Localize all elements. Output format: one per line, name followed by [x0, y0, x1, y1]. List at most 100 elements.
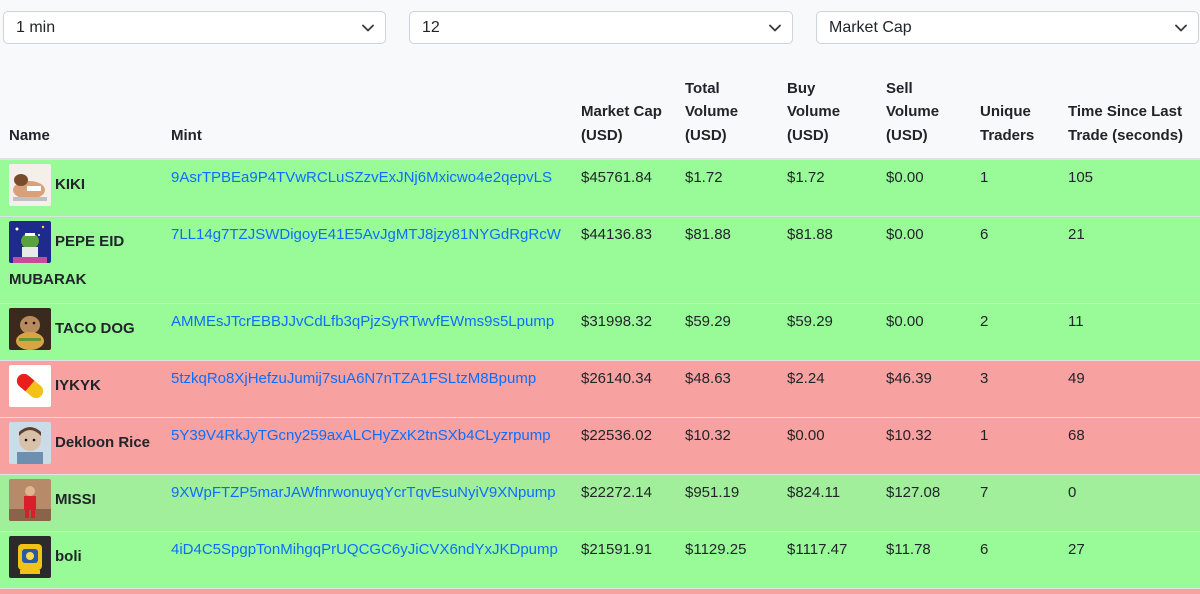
- column-header-time-since[interactable]: Time Since Last Trade (seconds): [1059, 58, 1200, 160]
- mint-link[interactable]: 5tzkqRo8XjHefzuJumij7suA6N7nTZA1FSLtzM8B…: [171, 370, 536, 387]
- table-row[interactable]: boli 4iD4C5SpgpTonMihgqPrUQCGC6yJiCVX6ndY…: [0, 530, 1200, 588]
- partial-cell: [572, 587, 676, 594]
- time-since-cell: 27: [1059, 530, 1200, 588]
- total-volume-cell: $81.88: [676, 215, 778, 303]
- interval-select-value: 1 min: [16, 19, 56, 36]
- market-cap-cell: $22272.14: [572, 473, 676, 531]
- taco-dog-avatar: [9, 307, 51, 350]
- mint-link[interactable]: 4iD4C5SpgpTonMihgqPrUQCGC6yJiCVX6ndYxJKD…: [171, 541, 558, 558]
- token-name: MISSI: [55, 490, 96, 508]
- buy-volume-cell: $2.24: [778, 359, 877, 417]
- sell-volume-cell: $10.32: [877, 416, 971, 474]
- token-name-cell: IYKYK: [0, 359, 162, 417]
- time-since-cell: 0: [1059, 473, 1200, 531]
- mint-link[interactable]: AMMEsJTcrEBBJJvCdLfb3qPjzSyRTwvfEWms9s5L…: [171, 313, 554, 330]
- chevron-down-icon: [1174, 12, 1188, 43]
- time-since-cell: 68: [1059, 416, 1200, 474]
- token-name: IYKYK: [55, 376, 101, 394]
- table-row[interactable]: MISSI 9XWpFTZP5marJAWfnrwonuyqYcrTqvEsuNy…: [0, 473, 1200, 531]
- interval-select[interactable]: 1 min: [3, 11, 386, 44]
- token-name-cell: MISSI: [0, 473, 162, 531]
- sell-volume-cell: $11.78: [877, 530, 971, 588]
- mint-cell: 7LL14g7TZJSWDigoyE41E5AvJgMTJ8jzy81NYGdR…: [162, 215, 572, 303]
- table-header-row: Name Mint Market Cap (USD) Total Volume (US…: [0, 58, 1200, 160]
- table-row-partial[interactable]: [0, 587, 1200, 594]
- token-name: Dekloon Rice: [55, 433, 151, 451]
- unique-traders-cell: 7: [971, 473, 1059, 531]
- partial-cell: [1059, 587, 1200, 594]
- column-header-unique-traders[interactable]: Unique Traders: [971, 58, 1059, 160]
- total-volume-cell: $10.32: [676, 416, 778, 474]
- market-cap-cell: $21591.91: [572, 530, 676, 588]
- unique-traders-cell: 1: [971, 158, 1059, 216]
- mint-cell: 5tzkqRo8XjHefzuJumij7suA6N7nTZA1FSLtzM8B…: [162, 359, 572, 417]
- dekloon-avatar: [9, 421, 51, 464]
- unique-traders-cell: 3: [971, 359, 1059, 417]
- boli-avatar: [9, 535, 51, 578]
- market-cap-cell: $31998.32: [572, 302, 676, 360]
- market-cap-cell: $44136.83: [572, 215, 676, 303]
- table-row[interactable]: KIKI 9AsrTPBEa9P4TVwRCLuSZzvExJNj6Mxicwo4…: [0, 158, 1200, 216]
- unique-traders-cell: 6: [971, 530, 1059, 588]
- sell-volume-cell: $127.08: [877, 473, 971, 531]
- total-volume-cell: $59.29: [676, 302, 778, 360]
- mint-link[interactable]: 5Y39V4RkJyTGcny259axALCHyZxK2tnSXb4CLyzr…: [171, 427, 551, 444]
- buy-volume-cell: $824.11: [778, 473, 877, 531]
- pepe-avatar: [9, 220, 51, 263]
- kiki-avatar: [9, 164, 51, 206]
- table-row[interactable]: IYKYK 5tzkqRo8XjHefzuJumij7suA6N7nTZA1FSL…: [0, 359, 1200, 417]
- sell-volume-cell: $0.00: [877, 158, 971, 216]
- table-row[interactable]: PEPE EID MUBARAK 7LL14g7TZJSWDigoyE41E5Av…: [0, 215, 1200, 303]
- count-select[interactable]: 12: [409, 11, 793, 44]
- partial-cell: [162, 587, 572, 594]
- unique-traders-cell: 2: [971, 302, 1059, 360]
- time-since-cell: 49: [1059, 359, 1200, 417]
- total-volume-cell: $48.63: [676, 359, 778, 417]
- sell-volume-cell: $0.00: [877, 215, 971, 303]
- chevron-down-icon: [361, 12, 375, 43]
- column-header-mint[interactable]: Mint: [162, 58, 572, 160]
- pill-avatar: [9, 364, 51, 407]
- table-row[interactable]: TACO DOG AMMEsJTcrEBBJJvCdLfb3qPjzSyRTwvf…: [0, 302, 1200, 360]
- mint-link[interactable]: 9AsrTPBEa9P4TVwRCLuSZzvExJNj6Mxicwo4e2qe…: [171, 169, 552, 186]
- sell-volume-cell: $46.39: [877, 359, 971, 417]
- table-row[interactable]: Dekloon Rice 5Y39V4RkJyTGcny259axALCHyZxK…: [0, 416, 1200, 474]
- buy-volume-cell: $81.88: [778, 215, 877, 303]
- mint-link[interactable]: 9XWpFTZP5marJAWfnrwonuyqYcrTqvEsuNyiV9XN…: [171, 484, 556, 501]
- total-volume-cell: $1.72: [676, 158, 778, 216]
- mint-cell: 9XWpFTZP5marJAWfnrwonuyqYcrTqvEsuNyiV9XN…: [162, 473, 572, 531]
- token-name-cell: boli: [0, 530, 162, 588]
- unique-traders-cell: 6: [971, 215, 1059, 303]
- buy-volume-cell: $1.72: [778, 158, 877, 216]
- market-cap-cell: $22536.02: [572, 416, 676, 474]
- buy-volume-cell: $1117.47: [778, 530, 877, 588]
- total-volume-cell: $1129.25: [676, 530, 778, 588]
- sort-select[interactable]: Market Cap: [816, 11, 1199, 44]
- column-header-name[interactable]: Name: [0, 58, 162, 160]
- total-volume-cell: $951.19: [676, 473, 778, 531]
- token-name: boli: [55, 547, 82, 565]
- buy-volume-cell: $59.29: [778, 302, 877, 360]
- table-body: KIKI 9AsrTPBEa9P4TVwRCLuSZzvExJNj6Mxicwo4…: [0, 158, 1200, 594]
- column-header-buy-volume[interactable]: Buy Volume (USD): [778, 58, 877, 160]
- missi-avatar: [9, 478, 51, 521]
- buy-volume-cell: $0.00: [778, 416, 877, 474]
- count-select-value: 12: [422, 19, 440, 36]
- partial-cell: [676, 587, 778, 594]
- unique-traders-cell: 1: [971, 416, 1059, 474]
- market-cap-cell: $45761.84: [572, 158, 676, 216]
- mint-cell: 9AsrTPBEa9P4TVwRCLuSZzvExJNj6Mxicwo4e2qe…: [162, 158, 572, 216]
- market-cap-cell: $26140.34: [572, 359, 676, 417]
- mint-link[interactable]: 7LL14g7TZJSWDigoyE41E5AvJgMTJ8jzy81NYGdR…: [171, 226, 561, 243]
- column-header-total-volume[interactable]: Total Volume (USD): [676, 58, 778, 160]
- mint-cell: 4iD4C5SpgpTonMihgqPrUQCGC6yJiCVX6ndYxJKD…: [162, 530, 572, 588]
- column-header-market-cap[interactable]: Market Cap (USD): [572, 58, 676, 160]
- filter-bar: 1 min 12 Market Cap: [0, 0, 1200, 58]
- token-name: TACO DOG: [55, 319, 135, 337]
- token-name: KIKI: [55, 175, 85, 193]
- column-header-sell-volume[interactable]: Sell Volume (USD): [877, 58, 971, 160]
- mint-cell: 5Y39V4RkJyTGcny259axALCHyZxK2tnSXb4CLyzr…: [162, 416, 572, 474]
- token-name-cell: Dekloon Rice: [0, 416, 162, 474]
- time-since-cell: 21: [1059, 215, 1200, 303]
- sort-select-value: Market Cap: [829, 19, 912, 36]
